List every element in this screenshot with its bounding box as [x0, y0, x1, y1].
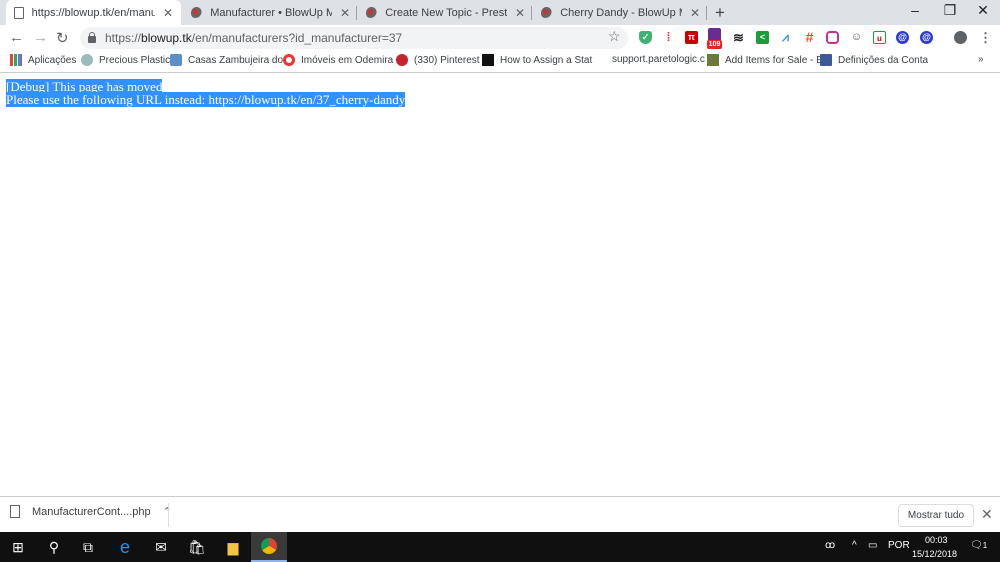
wave-extension-icon[interactable]: ⩘ — [779, 31, 792, 44]
tab-manufacturer[interactable]: Manufacturer • BlowUp Marketpl✕ — [183, 0, 358, 25]
pinterest-icon — [396, 54, 408, 66]
bookmark-precious-plastic[interactable]: Precious Plastic — [81, 54, 170, 66]
site-icon — [81, 54, 93, 66]
divider — [168, 503, 169, 527]
download-item[interactable]: ManufacturerCont....php⌃ — [10, 505, 172, 518]
house-icon — [170, 54, 182, 66]
layers-extension-icon[interactable]: ≋ — [732, 31, 745, 44]
task-view-icon[interactable]: ⧉ — [70, 532, 106, 562]
close-tab-icon[interactable]: ✕ — [163, 6, 173, 20]
bookmarks-bar: Aplicações Precious Plastic Casas Zambuj… — [0, 50, 1000, 73]
close-tab-icon[interactable]: ✕ — [340, 6, 350, 20]
back-button[interactable]: ← — [9, 29, 24, 46]
redirect-link[interactable]: https://blowup.tk/en/37_cherry-dandy — [208, 92, 406, 107]
robot-extension-icon[interactable]: ☺ — [850, 31, 863, 44]
tab-cherry-dandy[interactable]: Cherry Dandy - BlowUp Marketpl✕ — [533, 0, 708, 25]
clock-time[interactable]: 00:03 — [925, 535, 948, 545]
file-icon — [10, 505, 20, 518]
tab-divider — [706, 6, 707, 20]
shield-extension-icon[interactable]: ✓ — [639, 31, 652, 44]
site-icon — [541, 6, 553, 19]
facebook-icon — [820, 54, 832, 66]
close-tab-icon[interactable]: ✕ — [515, 6, 525, 20]
address-bar[interactable]: https://blowup.tk/en/manufacturers?id_ma… — [80, 27, 628, 49]
close-download-shelf-icon[interactable]: ✕ — [981, 506, 993, 523]
page-content: [Debug] This page has moved Please use t… — [6, 79, 406, 107]
chrome-icon[interactable] — [251, 532, 287, 562]
minimize-button[interactable]: – — [900, 2, 930, 18]
redirect-prefix: Please use the following URL instead: — [6, 92, 209, 107]
at-extension-icon[interactable]: @ — [896, 31, 909, 44]
menu-kebab-icon[interactable]: ⋮ — [979, 31, 992, 44]
reload-button[interactable]: ↻ — [56, 29, 69, 47]
bookmark-apps[interactable]: Aplicações — [10, 54, 76, 66]
calendar-extension-icon[interactable]: u — [873, 31, 886, 44]
site-icon — [191, 6, 203, 19]
mail-icon[interactable]: ✉ — [143, 532, 179, 562]
apps-grid-icon — [10, 54, 22, 66]
at-extension-icon-2[interactable]: @ — [920, 31, 933, 44]
toolbar: ← → ↻ https://blowup.tk/en/manufacturers… — [0, 25, 1000, 50]
tab-divider — [531, 6, 532, 20]
hashtag-extension-icon[interactable]: # — [803, 30, 816, 44]
action-center-icon[interactable]: 🗨1 — [970, 540, 987, 551]
download-shelf: ManufacturerCont....php⌃ Mostrar tudo ✕ — [0, 496, 1000, 532]
ring-icon — [283, 54, 295, 66]
forward-button[interactable]: → — [33, 29, 48, 46]
tab-current[interactable]: https://blowup.tk/en/manufactur✕ — [6, 0, 181, 25]
more-bookmarks-chevron-icon[interactable]: » — [978, 54, 984, 65]
b-icon — [707, 54, 719, 66]
people-icon[interactable]: ꝏ — [825, 540, 835, 551]
htg-icon — [482, 54, 494, 66]
taskbar: ⊞ ⚲ ⧉ e ✉ 🛍 ▆ ꝏ ^ ▭ POR 00:03 15/12/2018… — [0, 532, 1000, 562]
new-tab-button[interactable]: + — [715, 3, 725, 23]
file-explorer-icon[interactable]: ▆ — [215, 532, 251, 562]
show-hidden-icons-chevron[interactable]: ^ — [852, 540, 857, 551]
close-window-button[interactable]: ✕ — [968, 2, 998, 19]
instagram-extension-icon[interactable] — [826, 31, 839, 44]
profile-avatar-icon[interactable] — [954, 31, 967, 44]
language-indicator[interactable]: POR — [888, 540, 910, 551]
bookmark-pinterest[interactable]: (330) Pinterest — [396, 54, 480, 66]
bookmark-support-paretologic[interactable]: support.paretologic.c — [612, 54, 705, 65]
site-icon — [366, 6, 378, 19]
restore-button[interactable]: ❐ — [935, 2, 965, 19]
bookmark-casas[interactable]: Casas Zambujeira do — [170, 54, 283, 66]
dots-extension-icon[interactable]: ⁞ — [662, 31, 675, 44]
tab-create-topic[interactable]: Create New Topic - PrestaShop✕ — [358, 0, 533, 25]
pi-extension-icon[interactable]: π — [685, 31, 698, 44]
extension-badge: 109 — [707, 40, 722, 49]
show-all-button[interactable]: Mostrar tudo — [898, 504, 974, 527]
tab-divider — [356, 6, 357, 20]
close-tab-icon[interactable]: ✕ — [690, 6, 700, 20]
search-icon[interactable]: ⚲ — [36, 532, 72, 562]
tab-strip: https://blowup.tk/en/manufactur✕ Manufac… — [0, 0, 1000, 25]
edge-icon[interactable]: e — [107, 532, 143, 562]
document-icon — [14, 6, 24, 19]
bookmark-add-items[interactable]: Add Items for Sale - E — [707, 54, 823, 66]
share-extension-icon[interactable]: < — [756, 31, 769, 44]
windows-start-icon[interactable]: ⊞ — [0, 532, 36, 562]
store-icon[interactable]: 🛍 — [179, 532, 215, 562]
bookmark-how-to-assign[interactable]: How to Assign a Stat — [482, 54, 592, 66]
clock-date[interactable]: 15/12/2018 — [912, 549, 957, 559]
bookmark-imoveis[interactable]: Imóveis em Odemira — [283, 54, 393, 66]
bookmark-definicoes[interactable]: Definições da Conta — [820, 54, 928, 66]
battery-icon[interactable]: ▭ — [868, 540, 877, 551]
bookmark-star-icon[interactable]: ☆ — [608, 28, 621, 45]
lock-icon — [88, 32, 96, 43]
